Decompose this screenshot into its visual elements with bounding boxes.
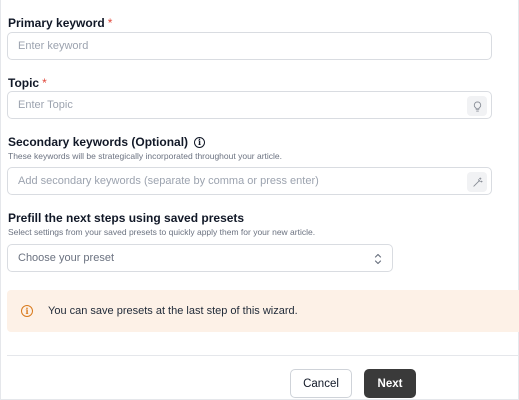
cancel-button[interactable]: Cancel	[290, 369, 352, 398]
secondary-keywords-label-text: Secondary keywords (Optional)	[8, 135, 189, 149]
presets-label-text: Prefill the next steps using saved prese…	[8, 211, 245, 225]
secondary-keywords-help: These keywords will be strategically inc…	[8, 151, 283, 161]
info-alert: i You can save presets at the last step …	[7, 290, 519, 332]
presets-label: Prefill the next steps using saved prese…	[8, 211, 244, 225]
secondary-keywords-field[interactable]	[7, 167, 492, 195]
presets-help: Select settings from your saved presets …	[8, 227, 316, 237]
secondary-keywords-input[interactable]	[18, 168, 491, 194]
chevron-up-down-icon	[374, 253, 382, 265]
primary-keyword-label: Primary keyword *	[8, 16, 112, 30]
info-icon: i	[21, 305, 33, 317]
required-mark: *	[42, 76, 47, 90]
secondary-keywords-label: Secondary keywords (Optional) i	[8, 135, 206, 149]
magic-wand-icon	[472, 176, 483, 187]
primary-keyword-input[interactable]	[18, 33, 491, 59]
topic-label-text: Topic	[8, 76, 40, 90]
info-icon[interactable]: i	[194, 136, 206, 148]
topic-label: Topic *	[8, 76, 47, 90]
lightbulb-icon	[473, 100, 481, 112]
generate-keywords-button[interactable]	[467, 172, 487, 192]
primary-keyword-label-text: Primary keyword	[8, 16, 105, 30]
wizard-panel: Primary keyword * Topic * Secondary keyw…	[0, 0, 519, 400]
required-mark: *	[107, 16, 113, 30]
preset-select[interactable]: Choose your preset	[7, 244, 393, 272]
primary-keyword-field[interactable]	[7, 32, 492, 60]
preset-select-value: Choose your preset	[18, 252, 114, 264]
topic-suggest-button[interactable]	[467, 96, 487, 116]
alert-text: You can save presets at the last step of…	[48, 305, 298, 317]
next-button[interactable]: Next	[364, 369, 416, 398]
topic-field[interactable]	[7, 91, 492, 119]
footer-divider	[7, 355, 519, 356]
topic-input[interactable]	[18, 92, 491, 118]
